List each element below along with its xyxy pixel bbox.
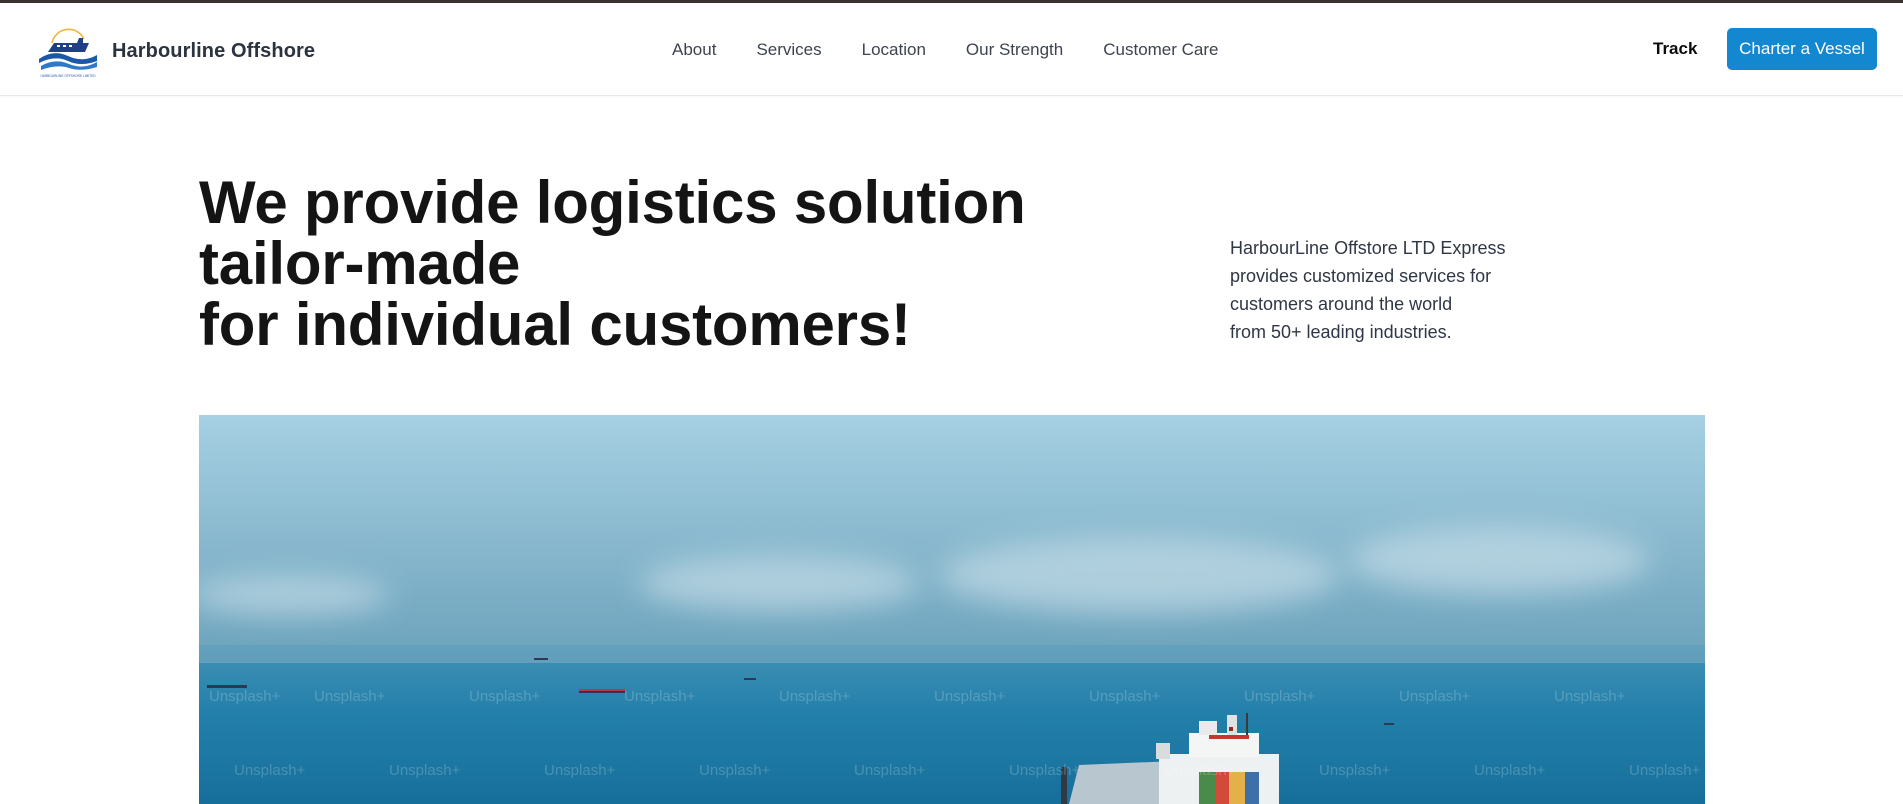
nav-link-customer-care[interactable]: Customer Care <box>1103 40 1218 60</box>
svg-text:Unsplash+: Unsplash+ <box>1009 762 1081 779</box>
svg-text:Unsplash+: Unsplash+ <box>209 688 281 705</box>
nav-link-services[interactable]: Services <box>756 40 821 60</box>
svg-text:Unsplash+: Unsplash+ <box>1474 762 1546 779</box>
svg-text:Unsplash+: Unsplash+ <box>1089 688 1161 705</box>
svg-text:Unsplash+: Unsplash+ <box>314 688 386 705</box>
hero-description-line: HarbourLine Offstore LTD Express <box>1230 238 1506 258</box>
charter-vessel-button[interactable]: Charter a Vessel <box>1727 28 1877 70</box>
ship-waves-logo-icon: HARBOURLINE OFFSHORE LIMITED <box>39 28 97 78</box>
svg-text:Unsplash+: Unsplash+ <box>544 762 616 779</box>
hero-description: HarbourLine Offstore LTD Express provide… <box>1230 234 1570 346</box>
svg-text:Unsplash+: Unsplash+ <box>1399 688 1471 705</box>
site-header: HARBOURLINE OFFSHORE LIMITED Harbourline… <box>0 3 1903 96</box>
hero-description-line: from 50+ leading industries. <box>1230 322 1452 342</box>
nav-link-about[interactable]: About <box>672 40 716 60</box>
hero-cargo-ship-image: Unsplash+ Unsplash+ Unsplash+ Unsplash+ … <box>199 415 1705 804</box>
svg-text:HARBOURLINE OFFSHORE LIMITED: HARBOURLINE OFFSHORE LIMITED <box>40 74 96 78</box>
brand-home-link[interactable]: HARBOURLINE OFFSHORE LIMITED Harbourline… <box>35 21 315 81</box>
nav-link-location[interactable]: Location <box>862 40 926 60</box>
brand-name: Harbourline Offshore <box>112 39 316 62</box>
svg-text:Unsplash+: Unsplash+ <box>934 688 1006 705</box>
hero-heading-line: We provide logistics solution <box>199 169 1026 236</box>
svg-text:Unsplash+: Unsplash+ <box>234 762 306 779</box>
hero-heading: We provide logistics solution tailor-mad… <box>199 172 1099 355</box>
svg-text:Unsplash+: Unsplash+ <box>854 762 926 779</box>
hero-description-line: customers around the world <box>1230 294 1453 314</box>
hero-description-line: provides customized services for <box>1230 266 1492 286</box>
svg-text:Unsplash+: Unsplash+ <box>699 762 771 779</box>
svg-text:Unsplash+: Unsplash+ <box>1164 762 1236 779</box>
main-nav: About Services Location Our Strength Cus… <box>672 3 1219 96</box>
svg-text:Unsplash+: Unsplash+ <box>389 762 461 779</box>
hero-heading-line: for individual customers! <box>199 291 911 358</box>
svg-text:Unsplash+: Unsplash+ <box>779 688 851 705</box>
svg-text:Unsplash+: Unsplash+ <box>1319 762 1391 779</box>
svg-text:Unsplash+: Unsplash+ <box>1629 762 1701 779</box>
hero-heading-line: tailor-made <box>199 230 521 297</box>
svg-text:Unsplash+: Unsplash+ <box>624 688 696 705</box>
nav-link-our-strength[interactable]: Our Strength <box>966 40 1063 60</box>
track-link[interactable]: Track <box>1653 39 1697 59</box>
cargo-ship-photo: Unsplash+ Unsplash+ Unsplash+ Unsplash+ … <box>199 415 1705 804</box>
svg-text:Unsplash+: Unsplash+ <box>1244 688 1316 705</box>
svg-text:Unsplash+: Unsplash+ <box>1554 688 1626 705</box>
svg-text:Unsplash+: Unsplash+ <box>469 688 541 705</box>
